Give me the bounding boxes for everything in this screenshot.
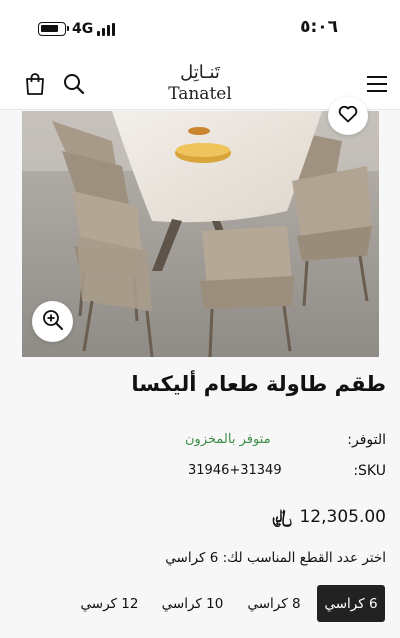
product-price: ﷼ 12,305.00: [272, 506, 386, 527]
battery-icon: [38, 22, 69, 36]
currency-symbol: ﷼: [271, 506, 292, 527]
sku-label: SKU:: [353, 463, 386, 479]
options-prompt: اختر عدد القطع المناسب لك: 6 كراسي: [165, 550, 386, 566]
status-bar: 4G ٥:٠٦: [0, 0, 400, 58]
option-6-chairs[interactable]: 6 كراسي: [317, 585, 385, 622]
hamburger-menu-icon[interactable]: [363, 70, 391, 98]
zoom-in-icon: [42, 309, 64, 335]
logo-arabic: تَنـاتِل: [180, 62, 220, 83]
site-logo[interactable]: تَنـاتِل Tanatel: [150, 62, 250, 104]
zoom-button[interactable]: [32, 301, 73, 342]
search-icon[interactable]: [60, 70, 88, 98]
option-10-chairs[interactable]: 10 كراسي: [155, 585, 230, 622]
signal-icon: [97, 23, 117, 36]
heart-icon: [338, 105, 358, 127]
product-image[interactable]: [22, 111, 379, 357]
logo-latin: Tanatel: [168, 84, 232, 104]
product-title: طقم طاولة طعام أليكسا: [131, 372, 386, 396]
network-label: 4G: [72, 21, 94, 37]
shopping-bag-icon[interactable]: [21, 70, 49, 98]
option-8-chairs[interactable]: 8 كراسي: [240, 585, 308, 622]
availability-value: متوفر بالمخزون: [185, 432, 271, 447]
sku-value: 31946+31349: [188, 463, 282, 478]
option-12-chairs[interactable]: 12 كرسي: [72, 585, 147, 622]
status-time: ٥:٠٦: [300, 17, 338, 37]
price-value: 12,305.00: [299, 506, 386, 527]
chair-count-options: 6 كراسي 8 كراسي 10 كراسي 12 كرسي: [0, 585, 400, 623]
availability-label: التوفر:: [347, 432, 386, 448]
wishlist-button[interactable]: [328, 97, 368, 135]
